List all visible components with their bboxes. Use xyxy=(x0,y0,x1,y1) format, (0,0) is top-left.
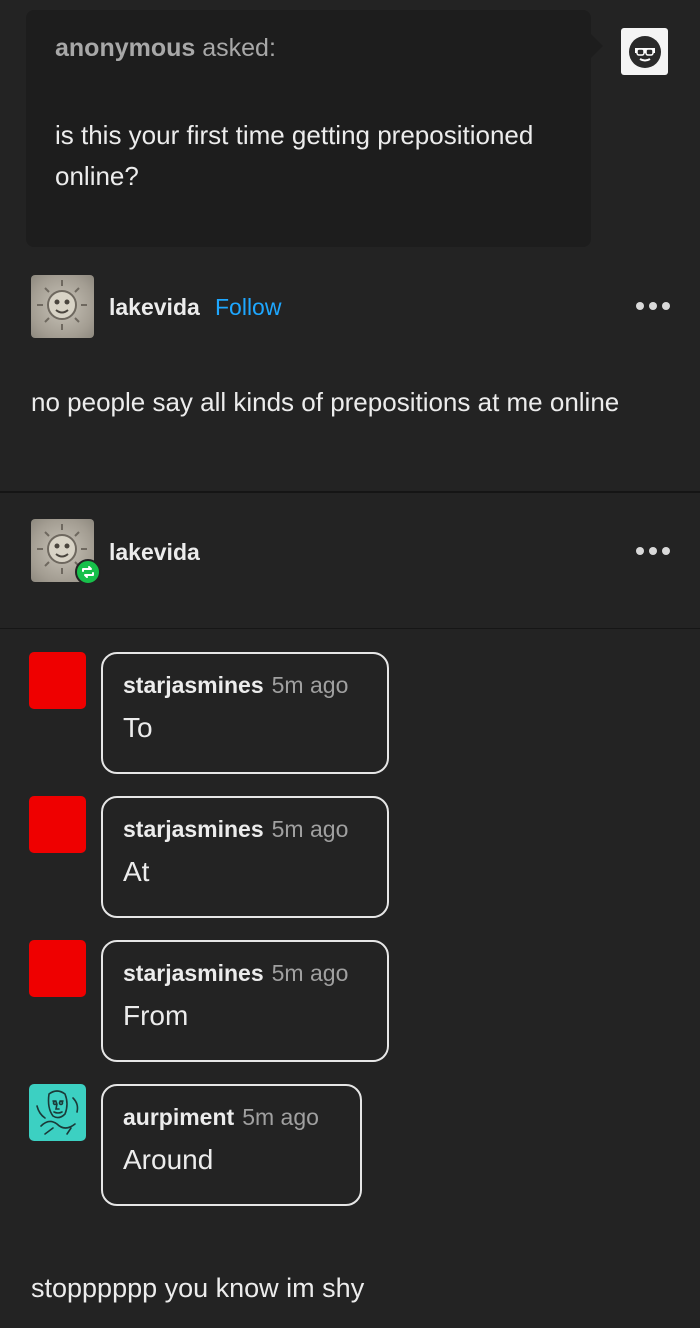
chat-username[interactable]: starjasmines xyxy=(123,672,264,698)
more-options-icon[interactable] xyxy=(636,545,670,557)
chat-timestamp: 5m ago xyxy=(271,672,349,698)
follow-button[interactable]: Follow xyxy=(215,294,281,321)
lakevida-avatar[interactable] xyxy=(31,275,94,338)
chat-username[interactable]: starjasmines xyxy=(123,960,264,986)
asked-label: asked: xyxy=(202,34,276,62)
chat-bubble: aurpiment 5m ago Around xyxy=(101,1084,362,1206)
starjasmines-avatar[interactable] xyxy=(29,652,86,709)
sunglasses-face-icon xyxy=(628,35,661,68)
chat-timestamp: 5m ago xyxy=(271,816,349,842)
reblog-icon xyxy=(82,566,94,578)
chat-message: Around xyxy=(123,1144,214,1175)
more-options-icon[interactable] xyxy=(636,300,670,312)
reblog-badge xyxy=(75,559,101,585)
chat-username[interactable]: starjasmines xyxy=(123,816,264,842)
post-username[interactable]: lakevida xyxy=(109,294,200,321)
chat-bubble: starjasmines 5m ago To xyxy=(101,652,389,774)
starjasmines-avatar[interactable] xyxy=(29,940,86,997)
sketch-portrait-icon xyxy=(36,1090,79,1135)
chat-bubble: starjasmines 5m ago From xyxy=(101,940,389,1062)
reblog-username[interactable]: lakevida xyxy=(109,539,200,566)
reblog-divider xyxy=(0,628,700,629)
answer-text: no people say all kinds of prepositions … xyxy=(31,387,620,417)
chat-username[interactable]: aurpiment xyxy=(123,1104,234,1130)
chat-timestamp: 5m ago xyxy=(242,1104,319,1130)
ask-question: is this your first time getting preposit… xyxy=(55,120,534,191)
chat-message: At xyxy=(123,856,150,887)
ask-header: anonymous asked: xyxy=(55,34,276,63)
sun-face-icon xyxy=(37,280,87,330)
post-divider xyxy=(0,491,700,493)
anonymous-avatar[interactable] xyxy=(621,28,668,75)
reblog-comment-text: stopppppp you know im shy xyxy=(31,1273,365,1303)
asker-name: anonymous xyxy=(55,34,196,62)
starjasmines-avatar[interactable] xyxy=(29,796,86,853)
chat-message: From xyxy=(123,1000,189,1031)
chat-message: To xyxy=(123,712,153,743)
ask-box: anonymous asked: is this your first time… xyxy=(26,10,603,247)
chat-bubble: starjasmines 5m ago At xyxy=(101,796,389,918)
chat-timestamp: 5m ago xyxy=(271,960,349,986)
aurpiment-avatar[interactable] xyxy=(29,1084,86,1141)
